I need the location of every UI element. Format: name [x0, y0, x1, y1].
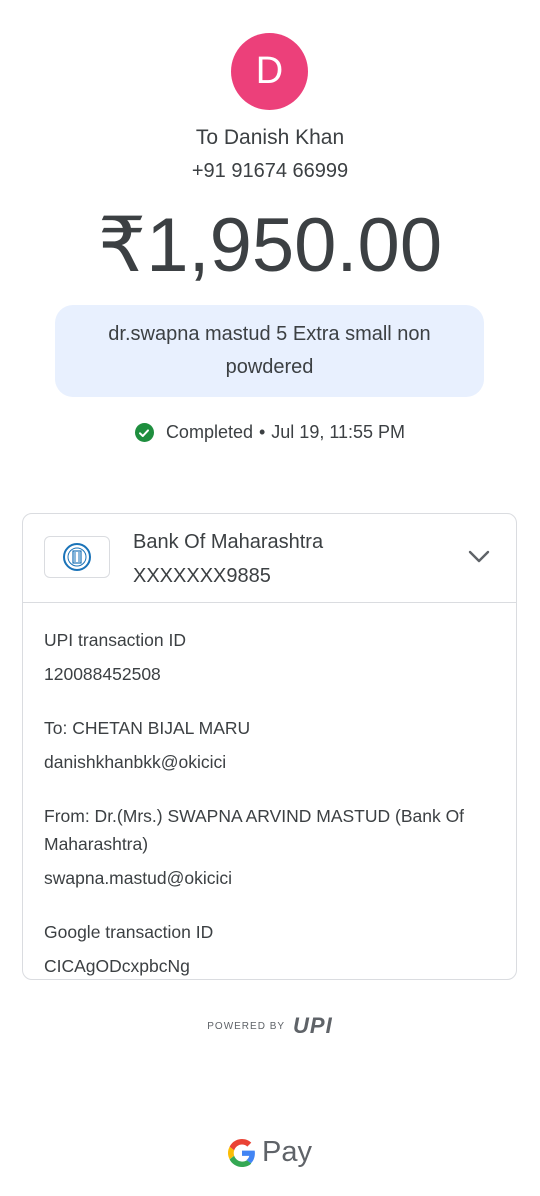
payment-status: Completed • Jul 19, 11:55 PM [0, 422, 540, 443]
google-g-icon [228, 1138, 255, 1167]
gpay-logo: Pay [0, 1136, 540, 1169]
bank-account-row[interactable]: Bank Of Maharashtra XXXXXXX9885 [23, 514, 516, 603]
upi-logo: UPI [293, 1013, 333, 1038]
payment-note: dr.swapna mastud 5 Extra small non powde… [55, 305, 484, 397]
gpay-text: Pay [262, 1136, 312, 1168]
chevron-down-icon[interactable] [466, 544, 492, 570]
payee-name: To Danish Khan [195, 126, 345, 149]
to-label: To: CHETAN BIJAL MARU [44, 718, 251, 738]
to-group: To: CHETAN BIJAL MARU danishkhanbkk@okic… [44, 714, 499, 776]
payment-amount: ₹1,950.00 [97, 203, 443, 288]
powered-by-label: POWERED BY [207, 1020, 286, 1032]
transaction-details-card: Bank Of Maharashtra XXXXXXX9885 UPI tran… [22, 513, 517, 980]
google-transaction-id: CICAgODcxpbcNg [44, 956, 190, 976]
upi-transaction-label: UPI transaction ID [44, 630, 186, 650]
to-upi-id: danishkhanbkk@okicici [44, 752, 227, 772]
bank-account-number: XXXXXXX9885 [133, 565, 271, 587]
from-upi-id: swapna.mastud@okicici [44, 868, 232, 888]
status-datetime: Jul 19, 11:55 PM [271, 422, 406, 442]
google-transaction-label: Google transaction ID [44, 922, 214, 942]
upi-transaction-id: 120088452508 [44, 664, 161, 684]
from-group: From: Dr.(Mrs.) SWAPNA ARVIND MASTUD (Ba… [44, 802, 499, 892]
bank-logo-icon [44, 536, 110, 578]
bank-name: Bank Of Maharashtra [133, 531, 324, 553]
powered-by-upi: POWERED BY UPI [0, 1013, 540, 1039]
status-label: Completed [165, 422, 253, 442]
payee-avatar: D [231, 33, 308, 110]
check-circle-icon [134, 423, 154, 442]
from-label: From: Dr.(Mrs.) SWAPNA ARVIND MASTUD (Ba… [44, 806, 465, 854]
google-transaction-group: Google transaction ID CICAgODcxpbcNg [44, 918, 499, 980]
status-separator: • [258, 422, 266, 442]
upi-transaction-group: UPI transaction ID 120088452508 [44, 626, 499, 688]
payee-phone: +91 91674 66999 [191, 160, 349, 182]
details-list: UPI transaction ID 120088452508 To: CHET… [44, 626, 499, 1006]
